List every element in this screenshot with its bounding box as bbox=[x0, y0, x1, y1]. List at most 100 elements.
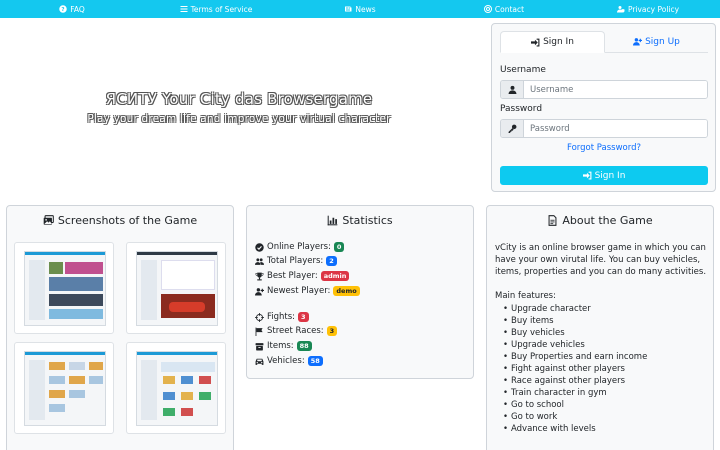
screenshot-image-4 bbox=[136, 351, 218, 426]
feature-item: Go to work bbox=[503, 411, 647, 423]
login-card: Sign In Sign Up Username Password Forgot… bbox=[491, 23, 716, 192]
sign-in-button[interactable]: Sign In bbox=[500, 166, 708, 185]
features-title: Main features: bbox=[495, 291, 556, 301]
users-icon bbox=[255, 257, 264, 265]
stat-items: Items: 88 bbox=[255, 341, 312, 351]
password-addon bbox=[501, 120, 524, 137]
hero-title: ЯCИTУ Your City das Browsergame bbox=[105, 90, 373, 108]
stat-label: Fights: bbox=[267, 312, 296, 322]
password-group bbox=[500, 119, 708, 138]
username-label: Username bbox=[500, 65, 546, 75]
feature-item: Go to school bbox=[503, 399, 647, 411]
stat-label: Total Players: bbox=[267, 256, 324, 266]
statistics-title-row: Statistics bbox=[247, 214, 473, 227]
screenshot-thumb-3[interactable] bbox=[14, 342, 114, 434]
nav-terms-label: Terms of Service bbox=[190, 4, 253, 14]
stat-label: Online Players: bbox=[267, 242, 331, 252]
screenshots-title: Screenshots of the Game bbox=[57, 214, 198, 227]
auth-tabs: Sign In Sign Up bbox=[500, 31, 708, 53]
stat-badge: demo bbox=[333, 286, 360, 296]
sign-in-button-label: Sign In bbox=[594, 170, 626, 181]
sign-in-icon bbox=[531, 38, 540, 46]
stat-badge: 0 bbox=[333, 242, 345, 252]
screenshot-thumb-4[interactable] bbox=[126, 342, 226, 434]
feature-item: Buy Properties and earn income bbox=[503, 351, 647, 363]
stat-badge: admin bbox=[320, 271, 350, 281]
username-input[interactable] bbox=[524, 81, 707, 98]
stat-label: Street Races: bbox=[267, 326, 324, 336]
flag-icon bbox=[255, 327, 263, 336]
screenshots-card: Screenshots of the Game bbox=[6, 205, 234, 450]
about-title-row: About the Game bbox=[487, 214, 713, 227]
stat-label: Items: bbox=[267, 341, 294, 351]
stat-newest-player: Newest Player: demo bbox=[255, 286, 360, 296]
tab-sign-in-label: Sign In bbox=[543, 37, 574, 47]
nav-privacy[interactable]: Privacy Policy bbox=[576, 0, 720, 18]
trophy-icon bbox=[255, 272, 264, 280]
stat-street-races: Street Races: 3 bbox=[255, 326, 338, 336]
newspaper-icon bbox=[345, 6, 352, 12]
nav-contact-label: Contact bbox=[494, 4, 525, 14]
sign-in-icon bbox=[582, 171, 591, 180]
feature-item: Advance with levels bbox=[503, 423, 647, 435]
hero-banner: ЯCИTУ Your City das Browsergame Play you… bbox=[0, 18, 490, 198]
screenshots-title-row: Screenshots of the Game bbox=[7, 214, 233, 227]
username-addon bbox=[501, 81, 524, 98]
stat-label: Best Player: bbox=[267, 271, 318, 281]
statistics-title: Statistics bbox=[342, 214, 393, 227]
stat-badge: 88 bbox=[296, 341, 312, 351]
crosshairs-icon bbox=[255, 312, 264, 322]
stat-online-players: Online Players: 0 bbox=[255, 242, 345, 252]
forgot-password-link[interactable]: Forgot Password? bbox=[500, 143, 708, 153]
statistics-card: Statistics Online Players: 0 Total Playe… bbox=[246, 205, 474, 379]
key-icon bbox=[508, 124, 516, 133]
screenshot-image-1 bbox=[24, 251, 106, 326]
nav-terms[interactable]: Terms of Service bbox=[144, 0, 288, 18]
feature-item: Fight against other players bbox=[503, 363, 647, 375]
about-description: vCity is an online browser game in which… bbox=[495, 243, 707, 277]
support-icon bbox=[483, 5, 492, 13]
tab-sign-in[interactable]: Sign In bbox=[500, 31, 605, 53]
screenshot-thumb-1[interactable] bbox=[14, 242, 114, 334]
stat-badge: 3 bbox=[326, 326, 338, 336]
screenshot-image-2 bbox=[136, 251, 218, 326]
top-navbar: ? FAQ Terms of Service News Contact Priv… bbox=[0, 0, 720, 18]
images-icon bbox=[43, 215, 54, 225]
screenshot-thumb-2[interactable] bbox=[126, 242, 226, 334]
user-shield-icon bbox=[616, 6, 625, 13]
user-plus-icon bbox=[255, 287, 264, 295]
bar-chart-icon bbox=[328, 215, 338, 226]
file-text-icon bbox=[548, 215, 557, 226]
feature-item: Train character in gym bbox=[503, 387, 647, 399]
stat-badge: 2 bbox=[326, 256, 337, 266]
question-circle-icon: ? bbox=[59, 5, 67, 13]
feature-item: Upgrade vehicles bbox=[503, 339, 647, 351]
nav-faq[interactable]: ? FAQ bbox=[0, 0, 144, 18]
list-icon bbox=[180, 6, 188, 12]
stat-label: Vehicles: bbox=[267, 356, 305, 366]
check-circle-icon bbox=[255, 242, 264, 252]
user-plus-icon bbox=[633, 38, 643, 46]
tab-sign-up-label: Sign Up bbox=[645, 36, 680, 47]
nav-privacy-label: Privacy Policy bbox=[627, 4, 680, 14]
tab-sign-up[interactable]: Sign Up bbox=[605, 31, 708, 52]
nav-contact[interactable]: Contact bbox=[432, 0, 576, 18]
nav-news[interactable]: News bbox=[288, 0, 432, 18]
feature-item: Buy items bbox=[503, 315, 647, 327]
password-input[interactable] bbox=[524, 120, 707, 137]
stat-label: Newest Player: bbox=[267, 286, 331, 296]
nav-faq-label: FAQ bbox=[70, 4, 85, 14]
svg-text:?: ? bbox=[62, 7, 65, 13]
nav-news-label: News bbox=[355, 4, 376, 14]
car-icon bbox=[255, 358, 264, 365]
stat-total-players: Total Players: 2 bbox=[255, 256, 337, 266]
about-title: About the Game bbox=[562, 214, 653, 227]
hero-subtitle: Play your dream life and improve your vi… bbox=[87, 113, 391, 125]
stat-vehicles: Vehicles: 58 bbox=[255, 356, 323, 366]
about-card: About the Game vCity is an online browse… bbox=[486, 205, 714, 450]
feature-item: Race against other players bbox=[503, 375, 647, 387]
username-group bbox=[500, 80, 708, 99]
user-icon bbox=[508, 85, 516, 94]
password-label: Password bbox=[500, 104, 543, 114]
stat-badge: 58 bbox=[307, 356, 323, 366]
